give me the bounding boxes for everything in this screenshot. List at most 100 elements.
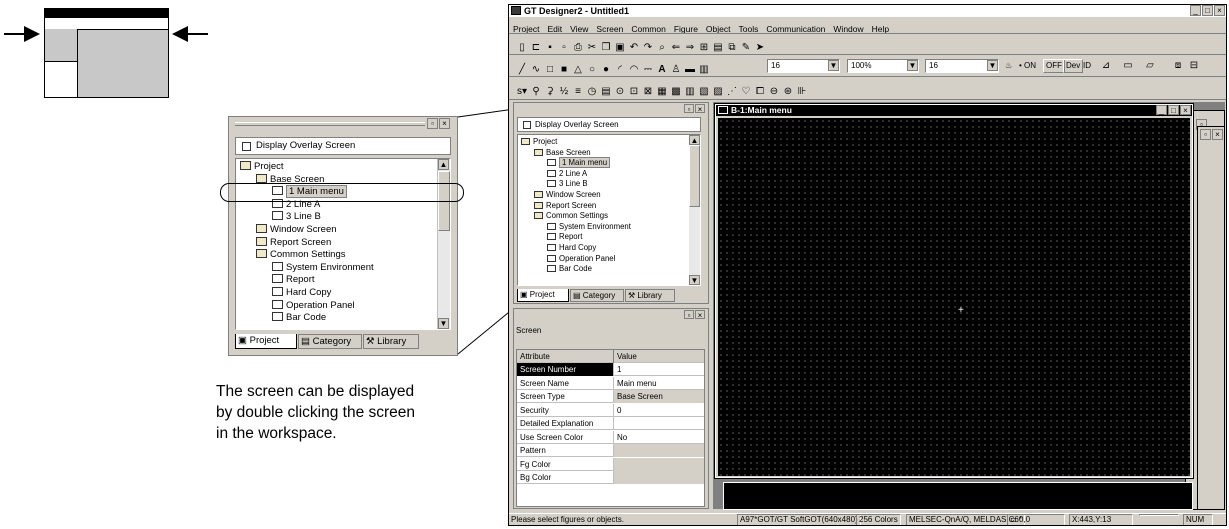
bar-graph-icon[interactable]: ▥: [683, 85, 697, 97]
panelmeter-icon[interactable]: ⊠: [641, 85, 655, 97]
tree-item[interactable]: Bar Code: [547, 264, 592, 275]
tree-item[interactable]: 3 Line B: [547, 179, 588, 190]
parts-icon[interactable]: ⊡: [627, 85, 641, 97]
tree-item[interactable]: Operation Panel: [547, 254, 615, 265]
undo-icon[interactable]: ↶: [627, 41, 641, 53]
close-icon[interactable]: ×: [1212, 129, 1223, 140]
new-file-icon[interactable]: ▯: [515, 41, 529, 53]
property-value[interactable]: [613, 457, 704, 471]
properties-icon[interactable]: ⧈: [1171, 59, 1185, 71]
tree-item[interactable]: 3 Line B: [272, 211, 321, 224]
trend-icon[interactable]: ▩: [669, 85, 683, 97]
tree-item[interactable]: Hard Copy: [272, 287, 331, 300]
id-toggle[interactable]: ID: [1083, 61, 1091, 71]
text-icon[interactable]: A: [655, 63, 669, 75]
save-icon[interactable]: ▪: [543, 41, 557, 53]
line-icon[interactable]: ╱: [515, 63, 529, 75]
rectangle-icon[interactable]: □: [543, 63, 557, 75]
restore-icon[interactable]: ▫: [684, 310, 694, 320]
minimize-icon[interactable]: _: [1190, 5, 1201, 16]
property-row[interactable]: Detailed Explanation: [517, 417, 704, 430]
data-change-icon[interactable]: ⊪: [795, 85, 809, 97]
alarm-icon[interactable]: ⊙: [613, 85, 627, 97]
statistics-icon[interactable]: ▧: [697, 85, 711, 97]
line-color-icon[interactable]: ⊿: [1099, 59, 1113, 71]
paint-bucket-icon[interactable]: ♨: [1005, 61, 1012, 71]
tree-scrollbar[interactable]: ▲ ▼: [689, 135, 700, 285]
line-width-select[interactable]: 16 ▼: [767, 59, 840, 73]
property-value[interactable]: [613, 471, 704, 484]
chevron-down-icon[interactable]: ▼: [987, 60, 998, 71]
save-all-icon[interactable]: ▫: [557, 41, 571, 53]
property-row[interactable]: Bg Color: [517, 471, 704, 484]
tree-item[interactable]: Window Screen: [534, 190, 601, 201]
font-size-select[interactable]: 16 ▼: [925, 59, 999, 73]
arc-icon[interactable]: ◜: [613, 63, 627, 75]
project-tree[interactable]: Project Base Screen 1 Main menu 2 Line A3 L…: [517, 134, 701, 286]
minimize-icon[interactable]: _: [1156, 105, 1167, 115]
panel-grip[interactable]: [235, 122, 425, 126]
level-icon[interactable]: ▨: [711, 85, 725, 97]
tab-project[interactable]: ▣ Project: [235, 334, 297, 349]
pen-icon[interactable]: ✎: [739, 41, 753, 53]
paste-icon[interactable]: ▣: [613, 41, 627, 53]
close-icon[interactable]: ×: [1180, 105, 1191, 115]
numeric-display-icon[interactable]: ½: [557, 85, 571, 97]
scroll-down-icon[interactable]: ▼: [689, 275, 700, 285]
tree-item[interactable]: Common Settings: [256, 249, 346, 262]
maximize-icon[interactable]: □: [1168, 105, 1179, 115]
touch-icon[interactable]: ⊛: [781, 85, 795, 97]
property-value[interactable]: [613, 417, 704, 430]
image-icon[interactable]: ▬: [683, 63, 697, 75]
tab-category[interactable]: ▤ Category: [570, 289, 624, 302]
clock-icon[interactable]: ◷: [585, 85, 599, 97]
property-row[interactable]: Fg Color: [517, 457, 704, 471]
property-row[interactable]: Pattern: [517, 444, 704, 457]
property-row[interactable]: Security 0: [517, 403, 704, 417]
drawing-canvas[interactable]: +: [718, 118, 1190, 476]
print-icon[interactable]: ⎙: [571, 41, 585, 53]
graph-icon[interactable]: ▦: [655, 85, 669, 97]
scale-icon[interactable]: ⎓: [641, 63, 655, 75]
scatter-icon[interactable]: ⋰: [725, 85, 739, 97]
tree-item[interactable]: Bar Code: [272, 312, 326, 325]
tree-item[interactable]: Hard Copy: [547, 243, 596, 254]
restore-icon[interactable]: ▫: [1200, 129, 1211, 140]
polygon-icon[interactable]: △: [571, 63, 585, 75]
close-icon[interactable]: ×: [695, 310, 705, 320]
scroll-down-icon[interactable]: ▼: [438, 318, 449, 329]
property-value[interactable]: 1: [613, 363, 704, 376]
sector-icon[interactable]: ◠: [627, 63, 641, 75]
dxf-icon[interactable]: ▥: [697, 63, 711, 75]
chevron-down-icon[interactable]: ▼: [828, 60, 839, 71]
overlay-icon[interactable]: ⧉: [725, 41, 739, 53]
polyline-icon[interactable]: ∿: [529, 63, 543, 75]
ascii-display-icon[interactable]: ≡: [571, 85, 585, 97]
list-icon[interactable]: ⊟: [1187, 59, 1201, 71]
on-toggle[interactable]: • ON: [1019, 61, 1036, 71]
tree-item[interactable]: Common Settings: [534, 211, 608, 222]
back-icon[interactable]: ⇐: [669, 41, 683, 53]
off-toggle[interactable]: OFF: [1043, 59, 1065, 73]
property-row[interactable]: Screen Type Base Screen: [517, 390, 704, 403]
script-icon[interactable]: ⧠: [753, 85, 767, 97]
close-icon[interactable]: ×: [695, 104, 705, 114]
scroll-up-icon[interactable]: ▲: [689, 135, 700, 145]
zoom-select[interactable]: 100% ▼: [847, 59, 919, 73]
overlay-checkbox[interactable]: [523, 121, 531, 129]
tree-item[interactable]: Project: [521, 137, 557, 148]
bit-lamp-icon[interactable]: ⚲: [529, 85, 543, 97]
tree-item[interactable]: System Environment: [272, 261, 374, 275]
dev-toggle[interactable]: Dev: [1063, 59, 1084, 73]
filled-circle-icon[interactable]: ●: [599, 63, 613, 75]
grid-icon[interactable]: ⊞: [697, 41, 711, 53]
property-value[interactable]: 0: [613, 403, 704, 417]
property-value[interactable]: Main menu: [613, 376, 704, 390]
tab-category[interactable]: ▤ Category: [298, 334, 362, 349]
close-window-icon[interactable]: ×: [1214, 5, 1225, 16]
property-value[interactable]: [613, 444, 704, 457]
tab-library[interactable]: ⚒ Library: [625, 289, 675, 302]
comment-icon[interactable]: ▤: [599, 85, 613, 97]
text-paint-icon[interactable]: ♙: [669, 63, 683, 75]
maximize-icon[interactable]: □: [1202, 5, 1213, 16]
